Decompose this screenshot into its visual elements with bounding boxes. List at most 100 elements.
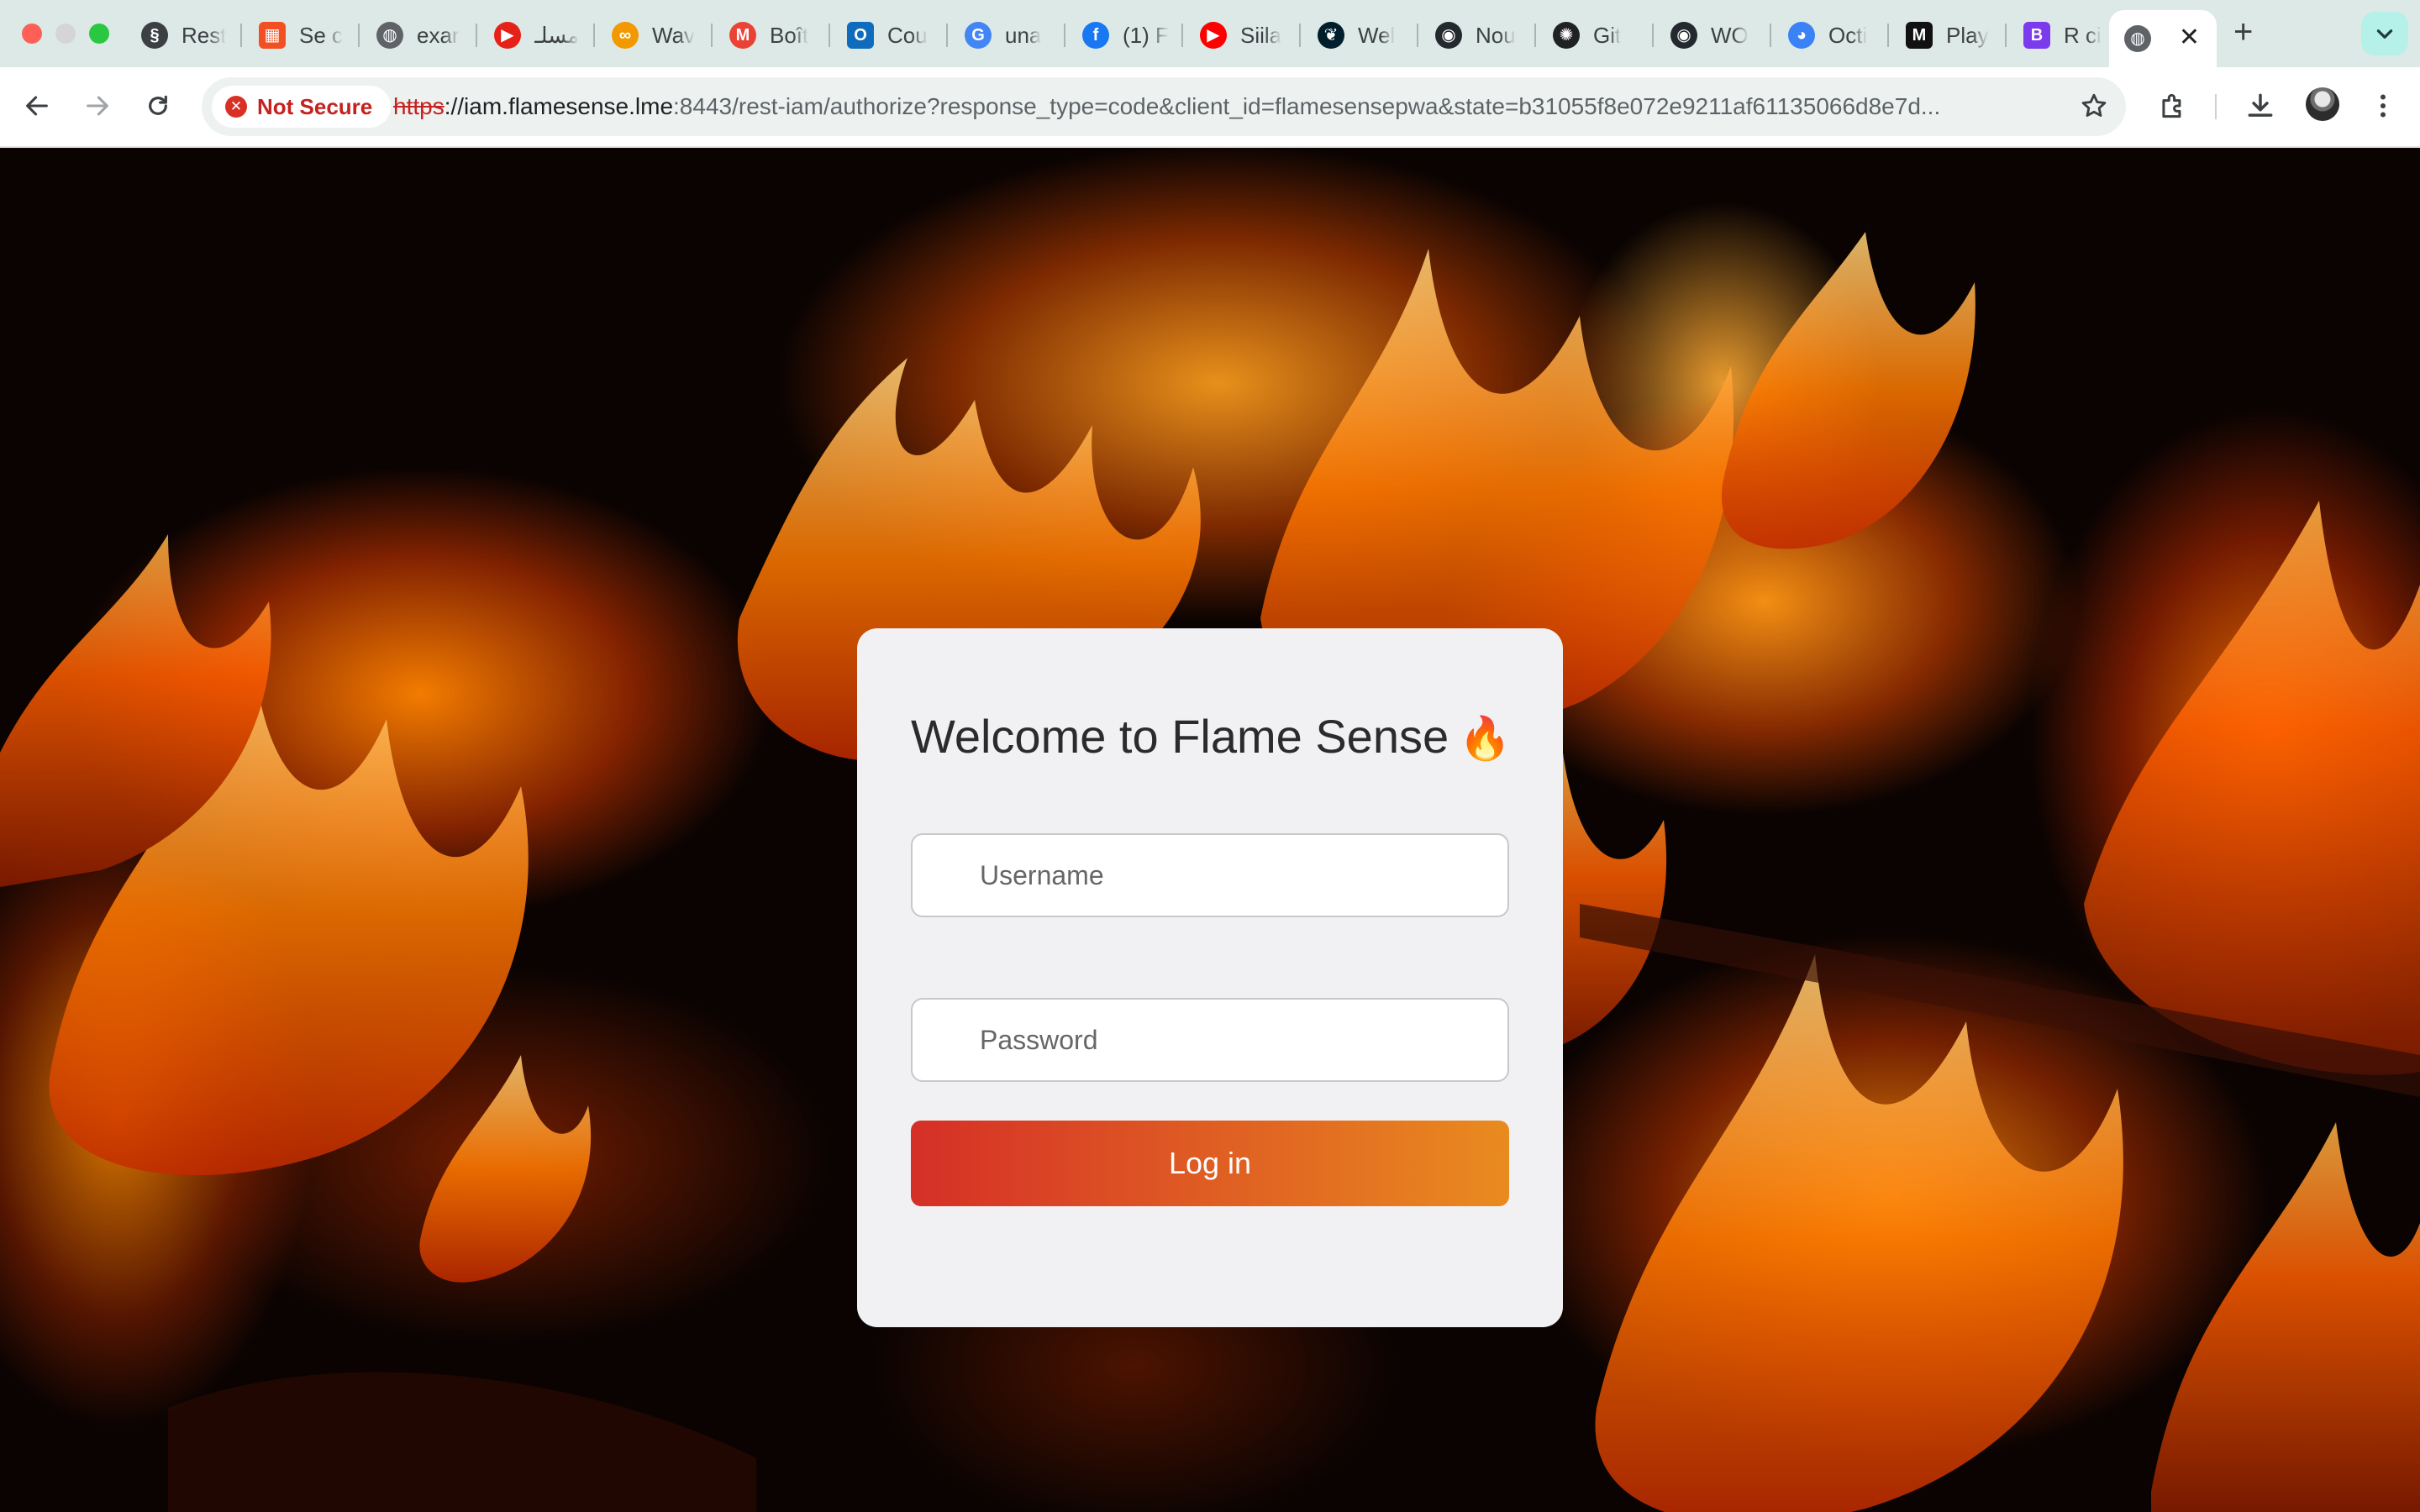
url-scheme: https bbox=[393, 93, 445, 119]
gmail-icon: M bbox=[729, 22, 756, 49]
tab-title: Git bbox=[1593, 22, 1622, 48]
tab[interactable]: ◉ Nou bbox=[1420, 13, 1528, 57]
star-icon bbox=[2081, 93, 2107, 117]
tab-title: una bbox=[1005, 22, 1042, 48]
tab[interactable]: § Rest bbox=[126, 13, 234, 57]
arrow-left-icon bbox=[26, 96, 48, 116]
octicon-icon: ◕ bbox=[1788, 22, 1815, 49]
tab-title: Boît bbox=[770, 22, 809, 48]
b-logo-icon: B bbox=[2023, 22, 2050, 49]
tab-separator bbox=[593, 24, 595, 47]
tab-title: R ci bbox=[2064, 22, 2102, 48]
tab[interactable]: f (1) F bbox=[1067, 13, 1175, 57]
tab-title: Wav bbox=[652, 22, 696, 48]
close-tab-icon[interactable]: ✕ bbox=[2179, 25, 2200, 50]
google-icon: G bbox=[965, 22, 992, 49]
login-button[interactable]: Log in bbox=[911, 1121, 1509, 1206]
tab-title: مسلـ bbox=[534, 22, 580, 48]
maximize-window-button[interactable] bbox=[89, 24, 109, 44]
tab-title: (1) F bbox=[1123, 22, 1169, 48]
extensions-button[interactable] bbox=[2153, 86, 2193, 126]
password-input[interactable] bbox=[911, 998, 1509, 1082]
site-info-button[interactable]: ✕ Not Secure bbox=[212, 86, 392, 128]
tab-separator bbox=[946, 24, 948, 47]
tab-separator bbox=[476, 24, 477, 47]
tab[interactable]: M Play bbox=[1891, 13, 1998, 57]
downloads-button[interactable] bbox=[2240, 86, 2281, 126]
tab[interactable]: ◕ Octi bbox=[1773, 13, 1881, 57]
tab-separator bbox=[1770, 24, 1771, 47]
close-window-button[interactable] bbox=[22, 24, 42, 44]
microsoft-logo-icon: ▦ bbox=[259, 22, 286, 49]
tab[interactable]: ❦ Wel bbox=[1302, 13, 1410, 57]
infinity-icon: ∞ bbox=[612, 22, 639, 49]
leaf-icon: § bbox=[141, 22, 168, 49]
tab-active[interactable]: ◍ ✕ bbox=[2109, 10, 2217, 67]
tab-separator bbox=[1652, 24, 1654, 47]
tab[interactable]: O Cou bbox=[832, 13, 939, 57]
tab[interactable]: ◍ exar bbox=[361, 13, 469, 57]
tab-search-button[interactable] bbox=[2361, 12, 2408, 55]
forward-button[interactable] bbox=[77, 86, 118, 126]
tab-title: Rest bbox=[182, 22, 227, 48]
tab-separator bbox=[711, 24, 713, 47]
tab-title: Siila bbox=[1240, 22, 1282, 48]
tab[interactable]: ▶ Siila bbox=[1185, 13, 1292, 57]
tab-title: Wel bbox=[1358, 22, 1396, 48]
tab-separator bbox=[358, 24, 360, 47]
new-tab-button[interactable]: + bbox=[2233, 15, 2253, 49]
globe-icon: ◍ bbox=[2124, 25, 2151, 52]
url-host: ://iam.flamesense.lme bbox=[444, 93, 674, 119]
tab[interactable]: ◉ WO bbox=[1655, 13, 1763, 57]
tab-title: Play bbox=[1946, 22, 1989, 48]
login-card: Welcome to Flame Sense🔥 Log in bbox=[857, 628, 1563, 1327]
tab[interactable]: Guna bbox=[950, 13, 1057, 57]
warning-icon: ✕ bbox=[225, 96, 247, 118]
youtube-icon: ▶ bbox=[1200, 22, 1227, 49]
tab[interactable]: B R ci bbox=[2008, 13, 2116, 57]
tab[interactable]: ∞ Wav bbox=[597, 13, 704, 57]
tab-separator bbox=[1887, 24, 1889, 47]
profile-avatar[interactable] bbox=[2306, 87, 2339, 121]
tab-separator bbox=[240, 24, 242, 47]
tab-separator bbox=[1534, 24, 1536, 47]
github-icon: ◉ bbox=[1670, 22, 1697, 49]
browser-menu-button[interactable] bbox=[2363, 86, 2403, 126]
fire-emoji: 🔥 bbox=[1459, 715, 1512, 762]
outlook-icon: O bbox=[847, 22, 874, 49]
tab-title: Se c bbox=[299, 22, 344, 48]
tab-separator bbox=[1181, 24, 1183, 47]
tab-title: Cou bbox=[887, 22, 928, 48]
tab-separator bbox=[829, 24, 830, 47]
puzzle-icon bbox=[2162, 93, 2181, 118]
page-content: Welcome to Flame Sense🔥 Log in bbox=[0, 148, 2420, 1512]
tab-strip: § Rest ▦ Se c ◍ exar ▶ مسلـ ∞ Wav M Boît O Cou Guna f (1… bbox=[0, 0, 2420, 67]
minimize-window-button[interactable] bbox=[55, 24, 76, 44]
mongodb-leaf-icon: ❦ bbox=[1318, 22, 1344, 49]
tab-separator bbox=[1064, 24, 1065, 47]
security-label: Not Secure bbox=[257, 93, 373, 119]
tab[interactable]: ▦ Se c bbox=[244, 13, 351, 57]
tab-title: Octi bbox=[1828, 22, 1868, 48]
bookmark-button[interactable] bbox=[2079, 91, 2109, 125]
tab-title: WO bbox=[1711, 22, 1749, 48]
arrow-right-icon bbox=[87, 96, 108, 116]
url-path: :8443/rest-iam/authorize?response_type=c… bbox=[673, 93, 1941, 119]
github-icon: ◉ bbox=[1435, 22, 1462, 49]
tab-separator bbox=[2005, 24, 2007, 47]
reload-button[interactable] bbox=[138, 86, 178, 126]
tab[interactable]: ▶ مسلـ bbox=[479, 13, 587, 57]
tab-title: exar bbox=[417, 22, 460, 48]
username-input[interactable] bbox=[911, 833, 1509, 917]
back-button[interactable] bbox=[17, 86, 57, 126]
tab-title: Nou bbox=[1476, 22, 1516, 48]
tab[interactable]: ✺ Git bbox=[1538, 13, 1645, 57]
reload-icon bbox=[149, 95, 167, 115]
tab[interactable]: M Boît bbox=[714, 13, 822, 57]
address-bar[interactable]: ✕ Not Secure https://iam.flamesense.lme:… bbox=[202, 77, 2126, 136]
url-text[interactable]: https://iam.flamesense.lme:8443/rest-iam… bbox=[393, 93, 1940, 120]
youtube-icon: ▶ bbox=[494, 22, 521, 49]
tab-separator bbox=[1299, 24, 1301, 47]
chevron-down-icon bbox=[2376, 29, 2393, 39]
m-logo-icon: M bbox=[1906, 22, 1933, 49]
